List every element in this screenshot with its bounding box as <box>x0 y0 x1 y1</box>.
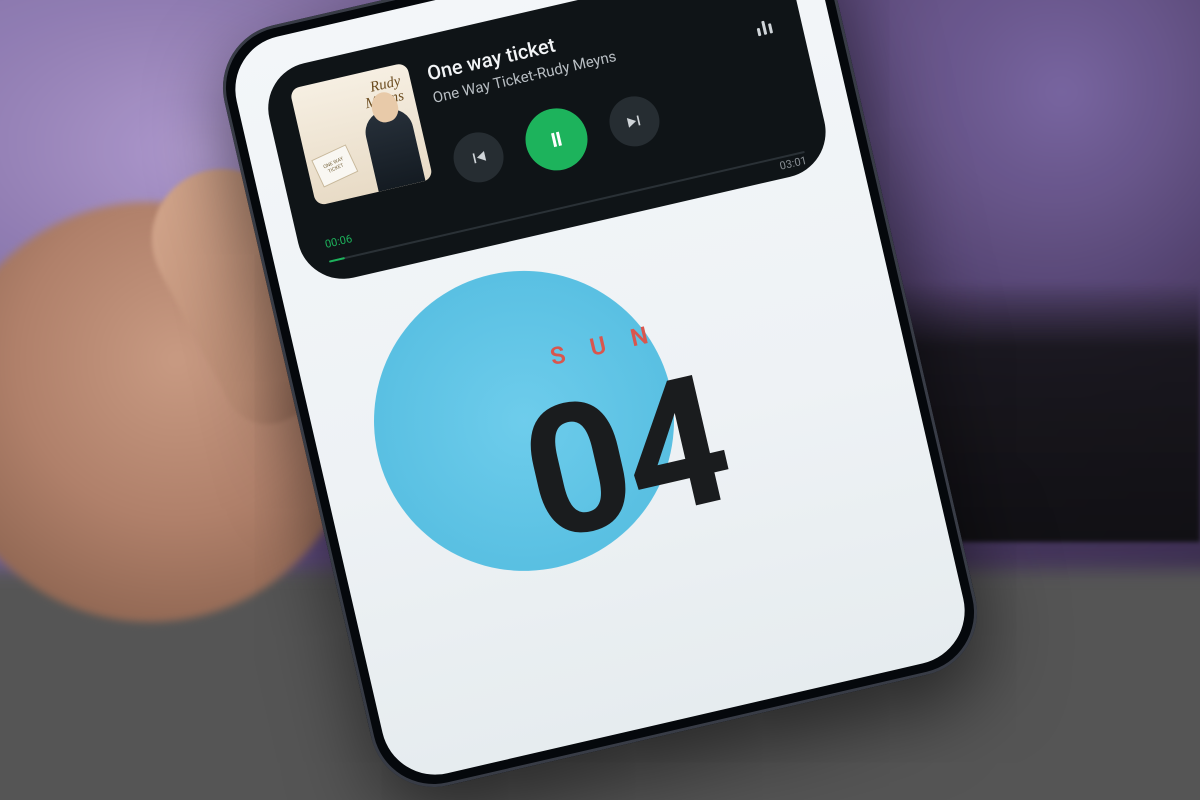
previous-button[interactable] <box>449 127 509 187</box>
phone-screen: Rudy Meyns ONE WAY TICKET One way ticket… <box>225 0 976 785</box>
album-art-stamp: ONE WAY TICKET <box>311 144 358 187</box>
music-player-widget: Rudy Meyns ONE WAY TICKET One way ticket… <box>259 0 835 288</box>
next-button[interactable] <box>604 91 664 151</box>
track-title: One way ticket <box>425 0 771 85</box>
album-art[interactable]: Rudy Meyns ONE WAY TICKET <box>289 62 433 206</box>
